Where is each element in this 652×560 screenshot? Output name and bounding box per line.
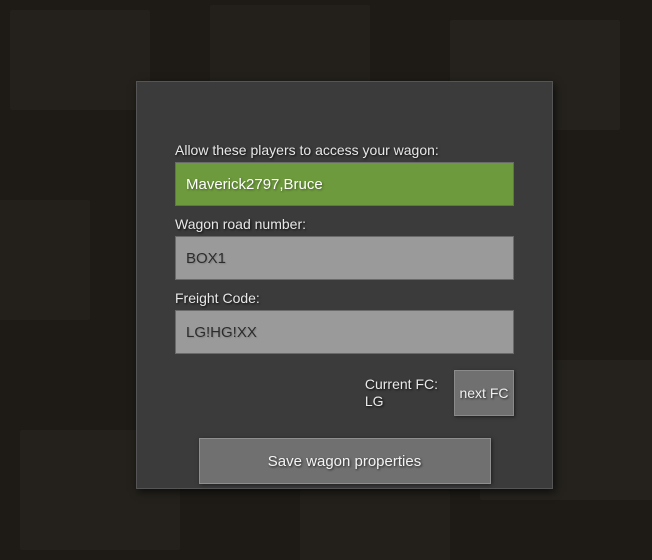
- current-fc-prefix: Current FC:: [365, 376, 438, 392]
- road-number-label: Wagon road number:: [175, 216, 514, 232]
- bg-tile: [0, 200, 90, 320]
- bg-tile: [300, 490, 450, 560]
- wagon-properties-panel: Allow these players to access your wagon…: [136, 81, 553, 489]
- players-access-label: Allow these players to access your wagon…: [175, 142, 514, 158]
- players-access-input[interactable]: [175, 162, 514, 206]
- current-fc-text: Current FC: LG: [365, 376, 438, 411]
- road-number-input[interactable]: [175, 236, 514, 280]
- freight-code-label: Freight Code:: [175, 290, 514, 306]
- save-row: Save wagon properties: [175, 438, 514, 484]
- next-fc-button[interactable]: next FC: [454, 370, 514, 416]
- bg-tile: [10, 10, 150, 110]
- save-wagon-properties-button[interactable]: Save wagon properties: [199, 438, 491, 484]
- current-fc-value: LG: [365, 393, 384, 409]
- current-fc-row: Current FC: LG next FC: [175, 370, 514, 416]
- freight-code-input[interactable]: [175, 310, 514, 354]
